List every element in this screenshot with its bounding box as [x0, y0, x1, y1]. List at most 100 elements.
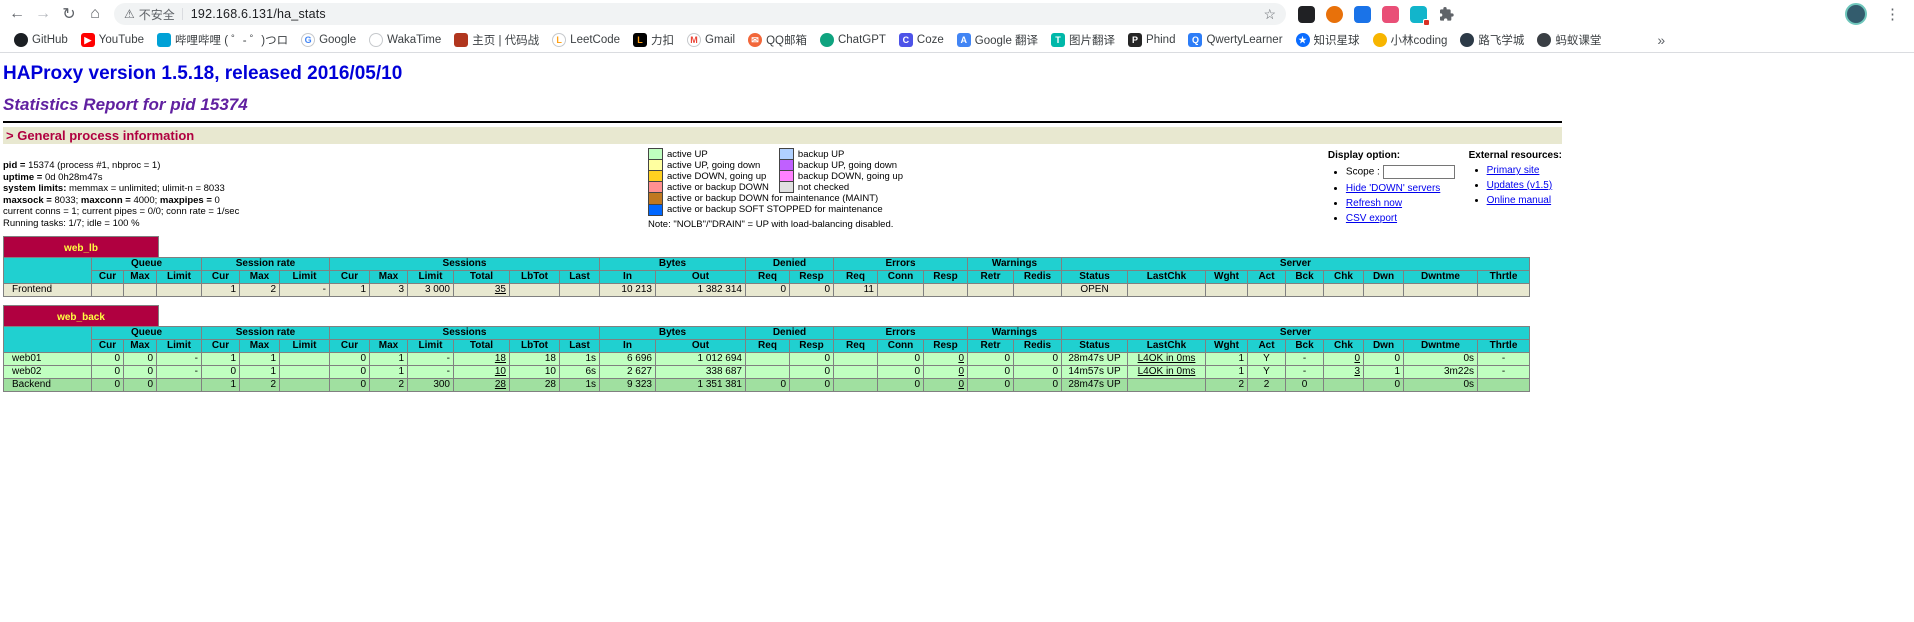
- wakatime-favicon: [369, 33, 383, 47]
- column-header-errors-req: Req: [834, 339, 878, 352]
- stat-cell: [280, 352, 330, 365]
- extension-screenshot-icon[interactable]: [1298, 6, 1315, 23]
- security-warning-icon[interactable]: ⚠: [124, 7, 135, 21]
- stat-cell: 6s: [560, 365, 600, 378]
- stat-cell: 0: [92, 365, 124, 378]
- bookmark-item[interactable]: ChatGPT: [820, 33, 886, 47]
- column-header-session-rate-max: Max: [240, 270, 280, 283]
- page-title[interactable]: HAProxy version 1.5.18, released 2016/05…: [3, 63, 1562, 85]
- menu-kebab-icon[interactable]: ⋮: [1881, 5, 1904, 23]
- bookmark-item[interactable]: CCoze: [899, 33, 944, 47]
- stat-cell: 0: [790, 283, 834, 296]
- column-group-sessions: Sessions: [330, 326, 600, 339]
- legend-swatch: [779, 160, 793, 171]
- bookmark-item[interactable]: QQwertyLearner: [1188, 33, 1282, 47]
- gmail-favicon: M: [687, 33, 701, 47]
- back-button[interactable]: ←: [4, 1, 30, 27]
- extensions-puzzle-icon[interactable]: [1438, 6, 1454, 22]
- column-group-server: Server: [1062, 257, 1530, 270]
- column-header-server-dwn: Dwn: [1364, 339, 1404, 352]
- url-text[interactable]: 192.168.6.131/ha_stats: [191, 7, 326, 21]
- proxy-name-link-web-back[interactable]: web_back: [57, 312, 105, 323]
- extension-pink-icon[interactable]: [1382, 6, 1399, 23]
- column-header-server-act: Act: [1248, 339, 1286, 352]
- stat-cell: -: [280, 283, 330, 296]
- bookmark-item[interactable]: 主页 | 代码战: [454, 32, 539, 48]
- bookmark-item[interactable]: 小林coding: [1373, 32, 1448, 48]
- stat-cell: [834, 352, 878, 365]
- stat-cell: [157, 378, 202, 391]
- stat-cell: 2: [1248, 378, 1286, 391]
- bookmarks-overflow-chevron[interactable]: »: [1657, 32, 1665, 48]
- zsxq-favicon: ★: [1296, 33, 1310, 47]
- extension-orange-icon[interactable]: [1326, 6, 1343, 23]
- chip-divider: [182, 8, 183, 20]
- option-link-hide-down-servers[interactable]: Hide 'DOWN' servers: [1346, 183, 1440, 194]
- column-header-sessions-max: Max: [370, 339, 408, 352]
- scope-item: Scope :: [1346, 165, 1455, 179]
- column-header-sessions-limit: Limit: [408, 270, 454, 283]
- bookmark-item[interactable]: LLeetCode: [552, 33, 620, 47]
- column-group-server: Server: [1062, 326, 1530, 339]
- bookmark-item[interactable]: 哔哩哔哩 ( ゜- ゜)つロ: [157, 32, 288, 48]
- bookmark-item[interactable]: PPhind: [1128, 33, 1175, 47]
- bookmark-star-icon[interactable]: ☆: [1263, 6, 1276, 23]
- stat-cell: 35: [454, 283, 510, 296]
- column-header-server-thrtle: Thrtle: [1478, 339, 1530, 352]
- legend-swatch: [649, 182, 663, 193]
- process-info-line: current conns = 1; current pipes = 0/0; …: [3, 206, 648, 218]
- resource-link-primary-site[interactable]: Primary site: [1487, 165, 1540, 176]
- stat-cell: 1: [202, 283, 240, 296]
- bookmark-item[interactable]: AGoogle 翻译: [957, 32, 1038, 48]
- bookmark-item[interactable]: GGoogle: [301, 33, 356, 47]
- stat-cell: 0: [1364, 352, 1404, 365]
- security-chip-label[interactable]: 不安全: [139, 6, 175, 23]
- column-header-queue-max: Max: [124, 270, 157, 283]
- proxy-name-link-web-lb[interactable]: web_lb: [64, 243, 98, 254]
- leetcode-favicon: L: [552, 33, 566, 47]
- bookmark-item[interactable]: WakaTime: [369, 33, 441, 47]
- stat-cell: [1128, 378, 1206, 391]
- legend-label: active or backup DOWN for maintenance (M…: [663, 193, 914, 205]
- coze-favicon: C: [899, 33, 913, 47]
- bookmark-item[interactable]: GitHub: [14, 33, 68, 47]
- column-header-bytes-in: In: [600, 270, 656, 283]
- scope-input[interactable]: [1383, 165, 1455, 179]
- bookmark-item[interactable]: ▶YouTube: [81, 33, 144, 47]
- stat-cell: [1324, 378, 1364, 391]
- option-link-refresh-now[interactable]: Refresh now: [1346, 198, 1402, 209]
- forward-button[interactable]: →: [30, 1, 56, 27]
- option-link-csv-export[interactable]: CSV export: [1346, 213, 1397, 224]
- reload-button[interactable]: ↻: [56, 1, 82, 27]
- bookmark-item[interactable]: T图片翻译: [1051, 32, 1115, 48]
- stats-row-web02: web0200-0101-10106s2 627338 6870000014m5…: [4, 365, 1530, 378]
- bookmark-item[interactable]: MGmail: [687, 33, 735, 47]
- extension-teal-badge-icon[interactable]: [1410, 6, 1427, 23]
- column-group-errors: Errors: [834, 326, 968, 339]
- stat-cell: [746, 352, 790, 365]
- bookmark-item[interactable]: 路飞学城: [1460, 32, 1524, 48]
- stat-cell: 0: [746, 378, 790, 391]
- column-header-server-bck: Bck: [1286, 339, 1324, 352]
- extension-blue-icon[interactable]: [1354, 6, 1371, 23]
- column-group-warnings: Warnings: [968, 257, 1062, 270]
- address-bar[interactable]: ⚠ 不安全 192.168.6.131/ha_stats ☆: [114, 3, 1286, 25]
- bookmark-item[interactable]: ✉QQ邮箱: [748, 32, 807, 48]
- home-button[interactable]: ⌂: [82, 1, 108, 27]
- bookmark-item[interactable]: ★知识星球: [1296, 32, 1360, 48]
- bookmark-item[interactable]: 蚂蚁课堂: [1537, 32, 1601, 48]
- column-header-sessions-lbtot: LbTot: [510, 339, 560, 352]
- legend-label: backup UP: [793, 149, 913, 160]
- profile-avatar[interactable]: [1845, 3, 1867, 25]
- stat-cell: [560, 283, 600, 296]
- resource-link-online-manual[interactable]: Online manual: [1487, 195, 1551, 206]
- column-header-errors-conn: Conn: [878, 270, 924, 283]
- resource-link-updates-v1-5[interactable]: Updates (v1.5): [1487, 180, 1553, 191]
- stat-cell: 0: [330, 378, 370, 391]
- bookmark-label: 蚂蚁课堂: [1555, 32, 1601, 48]
- bookmarks-bar: GitHub ▶YouTube 哔哩哔哩 ( ゜- ゜)つロ GGoogle WakaT…: [0, 28, 1914, 53]
- stat-cell: -: [408, 352, 454, 365]
- bookmark-item[interactable]: L力扣: [633, 32, 674, 48]
- stat-cell: 11: [834, 283, 878, 296]
- stat-cell: 0: [202, 365, 240, 378]
